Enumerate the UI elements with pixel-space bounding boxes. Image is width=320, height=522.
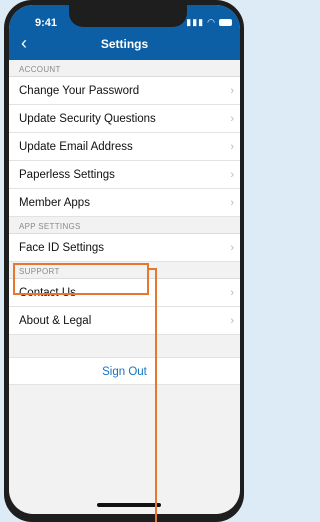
chevron-right-icon: › bbox=[230, 140, 234, 153]
section-header-app-settings: APP SETTINGS bbox=[9, 217, 240, 234]
phone-frame: 9:41 ▮▮▮ ◠ ‹ Settings ACCOUNT Change You… bbox=[4, 0, 244, 522]
settings-item-security-questions[interactable]: Update Security Questions › bbox=[9, 105, 240, 133]
settings-item-label: Paperless Settings bbox=[19, 168, 115, 181]
callout-pointer-line bbox=[155, 268, 157, 522]
status-time: 9:41 bbox=[35, 17, 58, 29]
section-header-account: ACCOUNT bbox=[9, 60, 240, 77]
screen: 9:41 ▮▮▮ ◠ ‹ Settings ACCOUNT Change You… bbox=[9, 5, 240, 514]
page-title: Settings bbox=[100, 37, 149, 51]
chevron-right-icon: › bbox=[230, 112, 234, 125]
home-indicator bbox=[97, 503, 161, 507]
settings-item-label: Update Email Address bbox=[19, 140, 133, 153]
settings-item-label: Update Security Questions bbox=[19, 112, 156, 125]
settings-item-label: About & Legal bbox=[19, 314, 92, 327]
wifi-icon: ◠ bbox=[207, 17, 216, 27]
signal-icon: ▮▮▮ bbox=[186, 17, 205, 27]
settings-item-label: Member Apps bbox=[19, 196, 90, 209]
chevron-right-icon: › bbox=[230, 84, 234, 97]
battery-icon bbox=[219, 19, 232, 26]
chevron-right-icon: › bbox=[230, 286, 234, 299]
callout-highlight-box bbox=[13, 263, 149, 295]
settings-item-email-address[interactable]: Update Email Address › bbox=[9, 133, 240, 161]
settings-item-member-apps[interactable]: Member Apps › bbox=[9, 189, 240, 217]
sign-out-button[interactable]: Sign Out bbox=[9, 357, 240, 385]
settings-item-paperless[interactable]: Paperless Settings › bbox=[9, 161, 240, 189]
settings-item-change-password[interactable]: Change Your Password › bbox=[9, 77, 240, 105]
chevron-right-icon: › bbox=[230, 196, 234, 209]
settings-item-label: Change Your Password bbox=[19, 84, 140, 97]
spacer bbox=[9, 335, 240, 357]
chevron-right-icon: › bbox=[230, 241, 234, 254]
app-header: 9:41 ▮▮▮ ◠ ‹ Settings bbox=[9, 5, 240, 60]
notch bbox=[69, 5, 187, 27]
settings-item-about-legal[interactable]: About & Legal › bbox=[9, 307, 240, 335]
status-icons: ▮▮▮ ◠ bbox=[186, 17, 232, 28]
settings-item-face-id[interactable]: Face ID Settings › bbox=[9, 234, 240, 262]
settings-item-label: Face ID Settings bbox=[19, 241, 105, 254]
chevron-right-icon: › bbox=[230, 168, 234, 181]
chevron-right-icon: › bbox=[230, 314, 234, 327]
